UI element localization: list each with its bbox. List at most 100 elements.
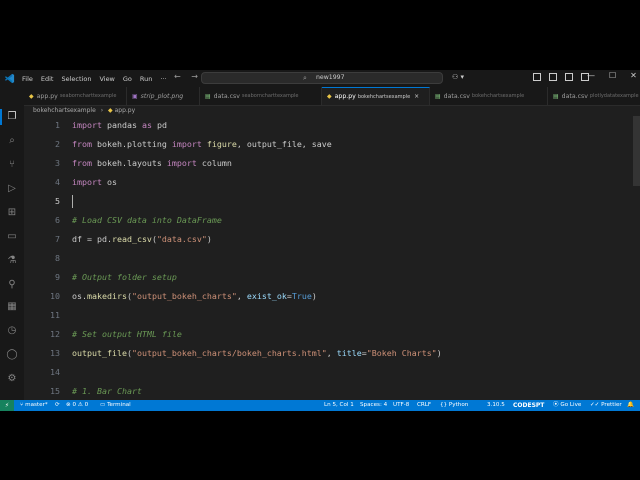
line-number: 13 [50,348,60,358]
menu-run[interactable]: Run [140,75,152,83]
prettier-label: Prettier [601,402,622,408]
go-live-button[interactable]: ⦿ Go Live [553,400,581,411]
code-line: 3 from bokeh.layouts import column [24,154,634,173]
encoding[interactable]: UTF-8 [393,400,409,411]
code-text: os.makedirs("output_bokeh_charts", exist… [72,291,317,301]
code-line: 1 import pandas as pd [24,116,634,135]
close-window-icon[interactable]: ✕ [630,71,637,80]
tab-label: strip_plot.png [140,92,184,100]
timeline-icon[interactable]: ◷ [6,325,18,337]
tab-sublabel: plotlydatatexample [589,93,639,99]
back-arrow-icon[interactable]: ← [174,72,181,81]
menu-go[interactable]: Go [123,75,132,83]
toggle-panel-icon[interactable] [549,73,557,81]
indentation[interactable]: Spaces: 4 [360,400,387,411]
tab-data-csv-plotly[interactable]: ▤ data.csv plotlydatatexample [548,87,640,105]
code-line: 10 os.makedirs("output_bokeh_charts", ex… [24,287,634,306]
notifications-bell-icon[interactable]: 🔔 [627,400,634,411]
copilot-icon[interactable]: ⚇ ▾ [452,73,464,81]
git-branch[interactable]: ⑂ master* [20,400,48,411]
python-version[interactable]: 3.10.5 [487,400,505,411]
menu-file[interactable]: File [22,75,33,83]
end-of-line[interactable]: CRLF [417,400,431,411]
branch-name: master* [25,402,48,408]
code-line: 8 [24,249,634,268]
close-tab-icon[interactable]: × [414,93,419,100]
tab-sublabel: bokehchartsexample [357,93,411,100]
toggle-sidebar-icon[interactable] [533,73,541,81]
menu-edit[interactable]: Edit [41,75,54,83]
docker-icon[interactable]: ▦ [6,301,18,313]
code-comment: # Set output HTML file [72,329,182,339]
source-control-icon[interactable]: ⑂ [6,159,18,171]
tab-label: app.py [36,92,58,100]
code-text: output_file("output_bokeh_charts/bokeh_c… [72,348,442,358]
toggle-secondary-sidebar-icon[interactable] [565,73,573,81]
tab-strip-plot-png[interactable]: ▣ strip_plot.png [127,87,200,105]
code-line: 6 # Load CSV data into DataFrame [24,211,634,230]
search-icon: ⌕ [303,74,307,82]
remote-explorer-icon[interactable]: ▭ [6,231,18,243]
tab-app-py-seaborn[interactable]: ◆ app.py seaborncharttexample [24,87,127,105]
tab-label: data.csv [561,92,588,100]
editor-scrollbar[interactable] [633,116,640,186]
code-line: 11 [24,306,634,325]
terminal-button[interactable]: ▭ Terminal [100,400,131,411]
activity-bar: ❐ ⌕ ⑂ ▷ ⊞ ▭ ⚗ ⚲ ▦ ◷ ◯ ⚙ [0,87,24,400]
code-editor[interactable]: 1 import pandas as pd 2 from bokeh.plott… [24,116,640,400]
terminal-label: Terminal [107,402,131,408]
breadcrumb-folder[interactable]: bokehchartsexample [33,107,96,114]
search-view-icon[interactable]: ⌕ [6,135,18,147]
line-number: 3 [55,158,60,168]
line-number: 9 [55,272,60,282]
tab-app-py-bokeh[interactable]: ◆ app.py bokehchartsexample × [322,87,430,105]
menu-view[interactable]: View [99,75,114,83]
line-number: 6 [55,215,60,225]
line-number: 2 [55,139,60,149]
remote-indicator-icon[interactable]: ⚡ [0,400,14,411]
language-mode[interactable]: {} Python [440,400,468,411]
breadcrumb: bokehchartsexample › ◆ app.py [33,107,135,114]
breadcrumb-separator: › [100,107,104,114]
tab-sublabel: seaborncharttexample [241,93,299,99]
active-indicator [0,109,2,125]
line-number: 1 [55,120,60,130]
line-number: 14 [50,367,60,377]
go-live-label: Go Live [560,402,582,408]
prettier-status[interactable]: ✓✓ Prettier [590,400,622,411]
code-comment: # Load CSV data into DataFrame [72,215,222,225]
minimize-icon[interactable]: — [587,71,595,80]
command-center-search[interactable]: ⌕ new1997 [201,72,443,84]
status-bar: ⚡ ⑂ master* ⟳ ⊗ 0 ⚠ 0 ▭ Terminal Ln 5, C… [0,400,640,411]
line-number: 15 [50,386,60,396]
menu-selection[interactable]: Selection [61,75,91,83]
code-line: 7 df = pd.read_csv("data.csv") [24,230,634,249]
run-debug-icon[interactable]: ▷ [6,183,18,195]
line-number: 4 [55,177,60,187]
maximize-icon[interactable]: ☐ [609,71,616,80]
tab-data-csv-bokeh[interactable]: ▤ data.csv bokehchartsexample [430,87,548,105]
cursor-position[interactable]: Ln 5, Col 1 [324,400,354,411]
forward-arrow-icon[interactable]: → [191,72,198,81]
editor-tabs: ◆ app.py seaborncharttexample ▣ strip_pl… [24,87,640,106]
python-file-icon: ◆ [327,93,332,100]
settings-gear-icon[interactable]: ⚙ [6,373,18,385]
python-file-icon: ◆ [108,107,113,114]
sync-icon[interactable]: ⟳ [55,400,60,411]
tab-label: data.csv [443,92,470,100]
vscode-logo-icon [4,73,15,84]
extensions-icon[interactable]: ⊞ [6,207,18,219]
flask-icon[interactable]: ⚲ [6,279,18,291]
tab-data-csv-seaborn[interactable]: ▤ data.csv seaborncharttexample [200,87,322,105]
account-icon[interactable]: ◯ [6,349,18,361]
code-text: from bokeh.plotting import figure, outpu… [72,139,332,149]
menu-more[interactable]: ··· [160,75,166,83]
code-line: 2 from bokeh.plotting import figure, out… [24,135,634,154]
code-line: 13 output_file("output_bokeh_charts/boke… [24,344,634,363]
explorer-icon[interactable]: ❐ [6,111,18,123]
problems-count[interactable]: ⊗ 0 ⚠ 0 [66,400,88,411]
testing-icon[interactable]: ⚗ [6,255,18,267]
image-file-icon: ▣ [132,92,138,100]
code-text: import pandas as pd [72,120,167,130]
breadcrumb-file[interactable]: app.py [115,107,136,114]
